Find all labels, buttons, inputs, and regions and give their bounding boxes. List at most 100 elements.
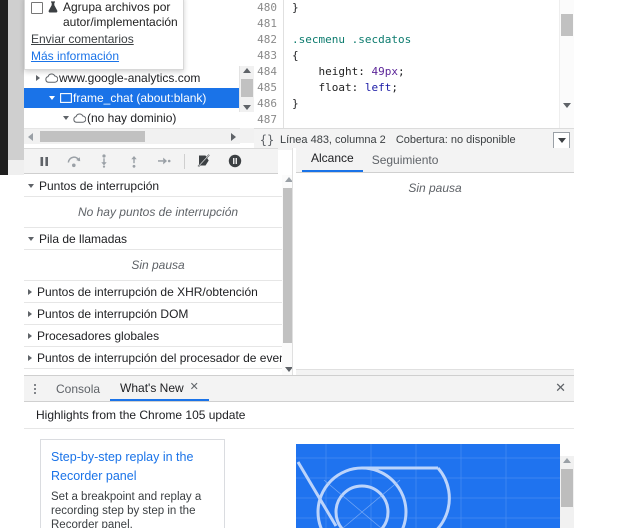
resume-pause-button[interactable] xyxy=(30,149,58,173)
chevron-down-icon xyxy=(557,138,566,143)
pause-on-exceptions-button[interactable] xyxy=(221,149,249,173)
code-line[interactable]: 480} xyxy=(254,0,574,16)
scrollbar-thumb[interactable] xyxy=(561,14,573,36)
code-line[interactable]: 482 .secmenu .secdatos xyxy=(254,32,574,48)
scroll-down-icon[interactable] xyxy=(243,105,251,110)
accordion-header[interactable]: Puntos de interrupción del procesador de… xyxy=(24,347,292,369)
accordion-header[interactable]: Puntos de interrupción DOM xyxy=(24,303,292,325)
code-line[interactable]: 483 { xyxy=(254,48,574,64)
accordion-header-label: Puntos de interrupción de XHR/obtención xyxy=(37,284,258,299)
whats-new-card[interactable]: Step-by-step replay in the Recorder pane… xyxy=(40,439,225,528)
accordion-header[interactable]: Procesadores globales xyxy=(24,325,292,347)
scrollbar-thumb[interactable] xyxy=(241,79,253,97)
file-tree[interactable]: www.google-analytics.com frame_chat (abou… xyxy=(24,68,240,128)
browser-left-edge-dark xyxy=(0,0,8,175)
debugger-toolbar[interactable] xyxy=(24,148,278,174)
scroll-down-icon[interactable] xyxy=(563,103,571,108)
expand-caret-icon[interactable] xyxy=(32,75,44,81)
step-out-button[interactable] xyxy=(120,149,148,173)
line-number: 481 xyxy=(254,16,284,32)
page-left-whitespace xyxy=(0,175,24,528)
more-info-link[interactable]: Más información xyxy=(31,48,177,64)
expand-caret-icon[interactable] xyxy=(28,332,32,339)
file-tree-horizontal-scrollbar[interactable] xyxy=(24,128,240,144)
expand-caret-icon[interactable] xyxy=(28,354,32,361)
scope-pane: Alcance Seguimiento Sin pausa xyxy=(296,148,574,375)
line-number: 480 xyxy=(254,0,284,16)
expand-caret-icon[interactable] xyxy=(28,288,32,295)
send-feedback-link[interactable]: Enviar comentarios xyxy=(31,31,177,47)
step-over-button[interactable] xyxy=(60,149,88,173)
scope-tab-scope[interactable]: Alcance xyxy=(302,151,363,172)
drawer-tab-console[interactable]: Consola xyxy=(46,376,110,401)
file-tree-row-label: frame_chat (about:blank) xyxy=(73,91,207,105)
toolbar-separator xyxy=(184,153,185,169)
coverage-status: Cobertura: no disponible xyxy=(395,133,516,146)
code-text: .secmenu .secdatos xyxy=(292,33,412,46)
scroll-right-icon[interactable] xyxy=(231,133,236,141)
editor-scrollbar[interactable] xyxy=(559,0,574,128)
debugger-accordion[interactable]: Puntos de interrupción No hay puntos de i… xyxy=(24,175,292,375)
expand-caret-icon[interactable] xyxy=(60,116,72,120)
accordion-header-label: Puntos de interrupción del procesador de… xyxy=(37,350,286,365)
group-files-checkbox-row[interactable]: Agrupa archivos por autor/implementación xyxy=(31,0,178,30)
accordion-header[interactable]: Puntos de interrupción xyxy=(24,175,292,197)
devtools-screenshot: www.google-analytics.com frame_chat (abou… xyxy=(0,0,636,529)
expand-caret-icon[interactable] xyxy=(46,96,58,100)
cloud-icon xyxy=(72,113,87,123)
whats-new-card-title-line1[interactable]: Step-by-step replay in the xyxy=(51,448,214,467)
expand-caret-icon[interactable] xyxy=(28,183,34,188)
hscrollbar-thumb[interactable] xyxy=(40,131,145,142)
accordion-empty-text: No hay puntos de interrupción xyxy=(24,197,292,228)
close-tab-icon[interactable]: ✕ xyxy=(190,382,199,393)
accordion-header[interactable]: Pila de llamadas xyxy=(24,228,292,250)
scroll-up-icon[interactable] xyxy=(563,458,571,463)
scroll-up-icon[interactable] xyxy=(243,68,251,73)
scope-body: Sin pausa xyxy=(296,173,574,374)
code-text: } xyxy=(292,1,299,14)
code-line[interactable]: 481 xyxy=(254,16,574,32)
code-line[interactable]: 485 float: left; xyxy=(254,80,574,96)
file-tree-scrollbar[interactable] xyxy=(239,66,254,112)
cursor-position: Línea 483, columna 2 xyxy=(280,133,386,146)
cloud-icon xyxy=(44,73,59,83)
line-number: 486 xyxy=(254,96,284,112)
file-tree-row[interactable]: www.google-analytics.com xyxy=(24,68,240,88)
whats-new-scrollbar[interactable] xyxy=(560,456,574,528)
line-number: 487 xyxy=(254,112,284,128)
group-files-checkbox[interactable] xyxy=(31,2,43,14)
whats-new-card-title-line2[interactable]: Recorder panel xyxy=(51,467,214,486)
editor-options-dropdown[interactable] xyxy=(553,132,570,149)
source-code-editor[interactable]: 480} 481 482 .secmenu .secdatos 483{484 heig… xyxy=(254,0,574,128)
scope-tabbar[interactable]: Alcance Seguimiento xyxy=(296,148,574,173)
deactivate-breakpoints-button[interactable] xyxy=(191,149,219,173)
line-number: 482 xyxy=(254,32,284,48)
close-drawer-icon[interactable]: ✕ xyxy=(555,381,566,394)
code-text: float: left; xyxy=(292,81,398,94)
scroll-left-icon[interactable] xyxy=(28,133,33,141)
file-tree-row[interactable]: (no hay dominio) xyxy=(24,108,240,128)
file-tree-row[interactable]: frame_chat (about:blank) xyxy=(24,88,240,108)
browser-left-edge-gray xyxy=(8,0,24,175)
scope-tab-watch[interactable]: Seguimiento xyxy=(363,153,448,172)
accordion-header-label: Pila de llamadas xyxy=(39,231,128,246)
drawer-tabbar[interactable]: Consola What's New ✕ ✕ xyxy=(24,376,574,402)
code-line[interactable]: 486} xyxy=(254,96,574,112)
code-line[interactable]: 487 xyxy=(254,112,574,128)
accordion-header[interactable]: Puntos de interrupción de XHR/obtención xyxy=(24,281,292,303)
expand-caret-icon[interactable] xyxy=(28,310,32,317)
code-line[interactable]: 484 height: 49px; xyxy=(254,64,574,80)
scrollbar-thumb[interactable] xyxy=(561,469,573,507)
experiment-flask-icon xyxy=(47,1,59,17)
drawer-tab-whats-new[interactable]: What's New ✕ xyxy=(110,376,209,401)
step-into-button[interactable] xyxy=(90,149,118,173)
chrome-blueprint-image xyxy=(296,444,560,528)
expand-caret-icon[interactable] xyxy=(28,236,34,241)
page-right-whitespace xyxy=(574,0,636,528)
drawer-tab-label: What's New xyxy=(120,380,184,395)
more-tools-kebab-icon[interactable] xyxy=(24,383,46,394)
step-button[interactable] xyxy=(150,149,178,173)
pretty-print-icon[interactable]: {} xyxy=(254,133,280,147)
